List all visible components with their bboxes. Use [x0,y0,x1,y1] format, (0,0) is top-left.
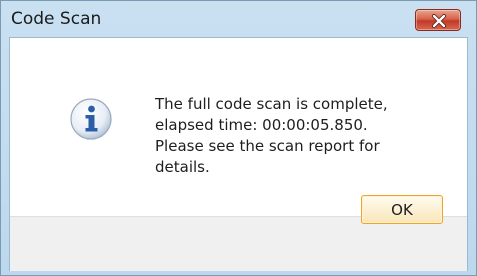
message-text: The full code scan is complete, elapsed … [155,94,455,178]
window-title: Code Scan [11,9,102,29]
message-line: Please see the scan report for [155,137,380,155]
dialog-body: The full code scan is complete, elapsed … [9,37,468,271]
close-icon [432,14,446,28]
message-line: elapsed time: 00:00:05.850. [155,116,368,134]
message-line: The full code scan is complete, [155,95,388,113]
ok-button[interactable]: OK [361,195,443,224]
info-icon [70,98,112,140]
close-button[interactable] [415,9,461,31]
title-bar[interactable]: Code Scan [1,1,476,37]
dialog-window: Code Scan The full code scan is complete… [0,0,477,276]
message-line: details. [155,158,210,176]
button-bar [10,216,467,271]
message-area: The full code scan is complete, elapsed … [10,38,467,216]
